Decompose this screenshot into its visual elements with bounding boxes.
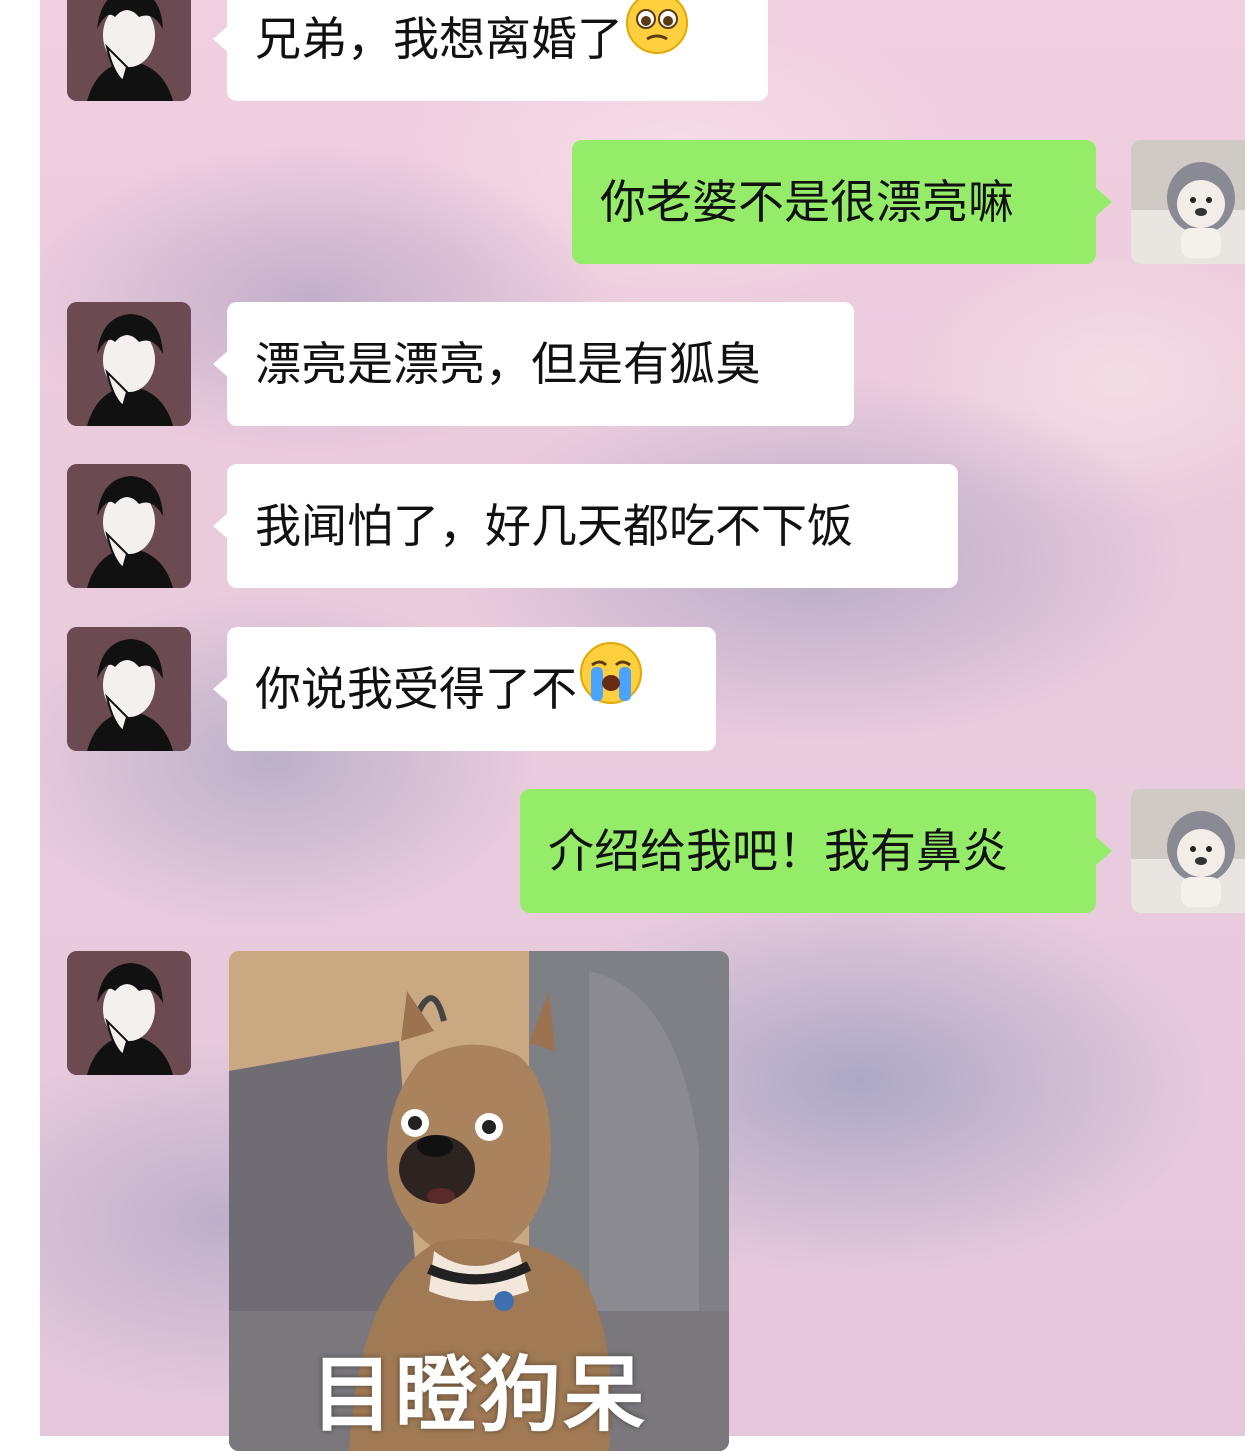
message-bubble-incoming[interactable]: 兄弟，我想离婚了 xyxy=(227,0,768,101)
message-bubble-incoming[interactable]: 你说我受得了不 xyxy=(227,627,716,751)
contact-avatar[interactable] xyxy=(67,464,191,588)
message-text: 兄弟，我想离婚了 xyxy=(255,12,623,66)
message-bubble-incoming[interactable]: 漂亮是漂亮，但是有狐臭 xyxy=(227,302,854,426)
sticker-caption: 目瞪狗呆 xyxy=(310,1348,647,1443)
contact-avatar[interactable] xyxy=(67,302,191,426)
message-text: 你说我受得了不 xyxy=(255,662,577,716)
message-text: 介绍给我吧！我有鼻炎 xyxy=(548,824,1008,878)
message-text: 你老婆不是很漂亮嘛 xyxy=(600,175,1014,229)
message-text: 漂亮是漂亮，但是有狐臭 xyxy=(255,337,761,391)
contact-avatar[interactable] xyxy=(67,627,191,751)
pleading-face-icon xyxy=(625,0,689,101)
user-avatar[interactable] xyxy=(1131,789,1245,913)
user-avatar[interactable] xyxy=(1131,140,1245,264)
message-bubble-outgoing[interactable]: 你老婆不是很漂亮嘛 xyxy=(572,140,1096,264)
message-text: 我闻怕了，好几天都吃不下饭 xyxy=(255,499,853,553)
sticker-image[interactable]: 目瞪狗呆 xyxy=(229,951,729,1451)
contact-avatar[interactable] xyxy=(67,0,191,101)
message-bubble-outgoing[interactable]: 介绍给我吧！我有鼻炎 xyxy=(520,789,1096,913)
loudly-crying-face-icon xyxy=(579,627,643,751)
message-bubble-incoming[interactable]: 我闻怕了，好几天都吃不下饭 xyxy=(227,464,958,588)
contact-avatar[interactable] xyxy=(67,951,191,1075)
